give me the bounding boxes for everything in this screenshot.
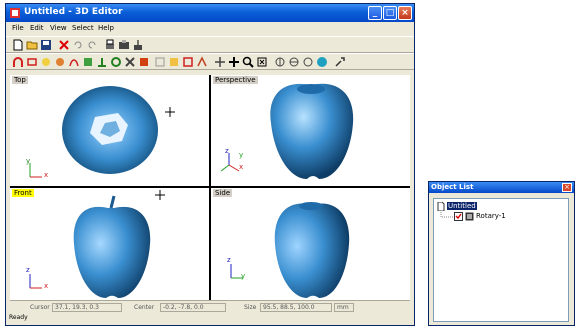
- open-folder-icon[interactable]: [26, 39, 38, 51]
- menu-edit[interactable]: Edit: [30, 24, 44, 32]
- app-icon: [10, 8, 20, 18]
- object-list-close-button[interactable]: ×: [562, 183, 572, 192]
- tree-item-rotary[interactable]: Rotary-1: [476, 212, 506, 220]
- viewport-area: Top y x Perspective z x y Front z x Side…: [10, 75, 410, 300]
- rectangle-tool-icon[interactable]: [26, 56, 38, 68]
- cursor-coordinates: 37.1, 19.3, 0.3: [52, 303, 122, 312]
- union-tool-icon[interactable]: [154, 56, 166, 68]
- object-tree: Untitled Rotary-1: [433, 198, 569, 322]
- main-window: Untitled - 3D Editor _ □ × File Edit Vie…: [5, 3, 415, 326]
- tree-item-root[interactable]: Untitled: [447, 202, 477, 210]
- revolve-tool-icon[interactable]: [110, 56, 122, 68]
- axis-x-label: x: [44, 282, 49, 290]
- axis-y-label: y: [239, 151, 244, 159]
- object-list-title: Object List: [431, 183, 474, 191]
- axis-y-label: y: [241, 272, 246, 280]
- menu-help[interactable]: Help: [98, 24, 114, 32]
- maximize-button[interactable]: □: [383, 6, 397, 20]
- properties-icon[interactable]: [334, 56, 346, 68]
- apple-side-view: [274, 202, 350, 298]
- status-bar: Cursor 37.1, 19.3, 0.3 Center -0.2, -7.8…: [10, 300, 410, 313]
- center-label: Center: [134, 304, 155, 311]
- axis-x-label: x: [44, 171, 49, 179]
- axis-gizmo-side: [230, 264, 243, 279]
- rotate-z-icon[interactable]: [302, 56, 314, 68]
- curve-tool-icon[interactable]: [68, 56, 80, 68]
- mirror-tool-icon[interactable]: [196, 56, 208, 68]
- cursor-label: Cursor: [30, 304, 50, 311]
- viewport-top[interactable]: Top y x: [10, 75, 209, 186]
- zoom-extents-icon[interactable]: [256, 56, 268, 68]
- arc-tool-icon[interactable]: [12, 56, 24, 68]
- print-icon[interactable]: [104, 39, 116, 51]
- menu-view[interactable]: View: [50, 24, 67, 32]
- rotate-y-icon[interactable]: [288, 56, 300, 68]
- import-icon[interactable]: [132, 39, 144, 51]
- title-bar[interactable]: Untitled - 3D Editor _ □ ×: [6, 4, 414, 22]
- viewport-side[interactable]: Side z y: [211, 188, 410, 300]
- ready-status: Ready: [9, 314, 28, 321]
- box-tool-icon[interactable]: [82, 56, 94, 68]
- viewport-front[interactable]: Front z x: [10, 188, 209, 300]
- size-values: 95.5, 88.5, 100.0: [260, 303, 332, 312]
- zoom-icon[interactable]: [242, 56, 254, 68]
- circle-tool-icon[interactable]: [40, 56, 52, 68]
- close-button[interactable]: ×: [398, 6, 412, 20]
- save-icon[interactable]: [40, 39, 52, 51]
- center-coordinates: -0.2, -7.8, 0.0: [160, 303, 226, 312]
- rotary-object-icon: [465, 212, 474, 221]
- move-tool-icon[interactable]: [214, 56, 226, 68]
- window-title: Untitled - 3D Editor: [24, 7, 123, 17]
- export-icon[interactable]: [118, 39, 130, 51]
- viewport-perspective[interactable]: Perspective z x y: [211, 75, 410, 186]
- axis-x-label: x: [239, 163, 244, 171]
- object-list-titlebar[interactable]: Object List ×: [429, 182, 574, 193]
- unit-field: mm: [334, 303, 354, 312]
- difference-tool-icon[interactable]: [168, 56, 180, 68]
- menu-bar: File Edit View Select Help: [6, 22, 414, 35]
- render-icon[interactable]: [316, 56, 328, 68]
- standard-toolbar: [6, 36, 414, 53]
- menu-select[interactable]: Select: [72, 24, 94, 32]
- redo-icon[interactable]: [86, 39, 98, 51]
- sweep-tool-icon[interactable]: [138, 56, 150, 68]
- pan-tool-icon[interactable]: [228, 56, 240, 68]
- object-list-panel: Object List × Untitled Rotary-1: [428, 181, 575, 326]
- size-label: Size: [244, 304, 257, 311]
- loft-tool-icon[interactable]: [124, 56, 136, 68]
- undo-icon[interactable]: [72, 39, 84, 51]
- rotate-x-icon[interactable]: [274, 56, 286, 68]
- modeling-toolbar: [6, 53, 414, 70]
- minimize-button[interactable]: _: [368, 6, 382, 20]
- visibility-checkbox-icon[interactable]: [454, 212, 463, 221]
- delete-icon[interactable]: [58, 39, 70, 51]
- extrude-tool-icon[interactable]: [96, 56, 108, 68]
- sphere-tool-icon[interactable]: [54, 56, 66, 68]
- tree-connector: [440, 210, 453, 218]
- new-file-icon[interactable]: [12, 39, 24, 51]
- menu-file[interactable]: File: [12, 24, 24, 32]
- intersect-tool-icon[interactable]: [182, 56, 194, 68]
